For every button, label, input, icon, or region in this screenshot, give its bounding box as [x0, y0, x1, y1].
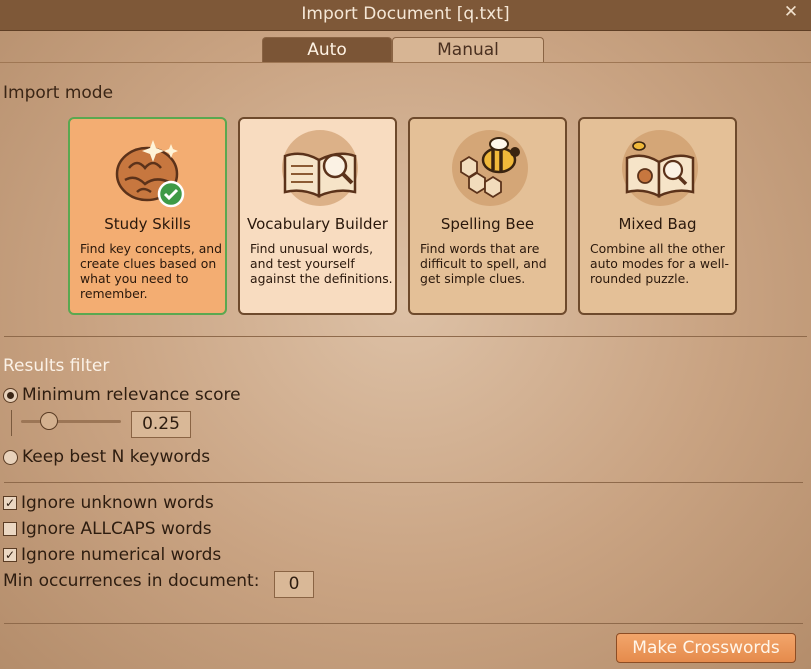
card-title: Study Skills: [104, 215, 191, 233]
ignore-numerical-label: Ignore numerical words: [21, 545, 222, 565]
card-description: Find key concepts, and create clues base…: [80, 241, 223, 301]
min-occurrences-field[interactable]: 0: [274, 571, 314, 598]
card-description: Combine all the other auto modes for a w…: [590, 241, 729, 286]
tab-auto[interactable]: Auto: [262, 37, 392, 63]
close-icon[interactable]: ✕: [779, 1, 803, 25]
keep-best-label: Keep best N keywords: [22, 447, 211, 467]
import-mode-label: Import mode: [3, 83, 114, 103]
min-relevance-option[interactable]: Minimum relevance score: [3, 385, 241, 405]
ignore-unknown-option[interactable]: ✓ Ignore unknown words: [3, 493, 214, 513]
window-title: Import Document [q.txt]: [301, 4, 510, 24]
ignore-allcaps-label: Ignore ALLCAPS words: [21, 519, 212, 539]
section-divider: [4, 482, 803, 483]
book-magnifier-icon: [282, 130, 358, 206]
ignore-numerical-option[interactable]: ✓ Ignore numerical words: [3, 545, 221, 565]
ignore-unknown-label: Ignore unknown words: [21, 493, 214, 513]
make-crosswords-button[interactable]: Make Crosswords: [616, 633, 796, 663]
mode-card-mixed-bag[interactable]: Mixed Bag Combine all the other auto mod…: [578, 117, 737, 315]
card-title: Mixed Bag: [618, 215, 697, 233]
card-description: Find unusual words, and test yourself ag…: [250, 241, 393, 286]
section-divider: [4, 336, 807, 337]
slider-tick: [11, 410, 12, 436]
mode-card-vocabulary-builder[interactable]: Vocabulary Builder Find unusual words, a…: [238, 117, 397, 315]
window-titlebar: Import Document [q.txt] ✕: [0, 0, 811, 31]
tab-manual[interactable]: Manual: [392, 37, 544, 63]
results-filter-label: Results filter: [3, 356, 110, 376]
bee-icon: [452, 130, 528, 206]
ignore-allcaps-option[interactable]: Ignore ALLCAPS words: [3, 519, 212, 539]
min-occurrences-row: Min occurrences in document:: [3, 571, 259, 591]
card-description: Find words that are difficult to spell, …: [420, 241, 547, 286]
keep-best-option[interactable]: Keep best N keywords: [3, 447, 210, 467]
tab-divider: [0, 62, 811, 63]
card-title: Vocabulary Builder: [247, 215, 388, 233]
min-relevance-label: Minimum relevance score: [22, 385, 241, 405]
ignore-unknown-checkbox[interactable]: ✓: [3, 496, 17, 510]
keep-best-radio[interactable]: [3, 449, 18, 465]
ignore-allcaps-checkbox[interactable]: [3, 522, 17, 536]
section-divider: [4, 623, 803, 624]
min-relevance-radio[interactable]: [3, 387, 18, 403]
relevance-value-field[interactable]: 0.25: [131, 411, 191, 438]
relevance-slider-track[interactable]: [21, 420, 121, 423]
ignore-numerical-checkbox[interactable]: ✓: [3, 548, 17, 562]
min-occurrences-label: Min occurrences in document:: [3, 571, 260, 591]
brain-icon: [115, 140, 185, 208]
mode-card-spelling-bee[interactable]: Spelling Bee Find words that are difficu…: [408, 117, 567, 315]
mixed-book-icon: [622, 130, 698, 206]
mode-card-study-skills[interactable]: Study Skills Find key concepts, and crea…: [68, 117, 227, 315]
relevance-slider-handle[interactable]: [40, 412, 58, 430]
card-title: Spelling Bee: [440, 215, 535, 233]
